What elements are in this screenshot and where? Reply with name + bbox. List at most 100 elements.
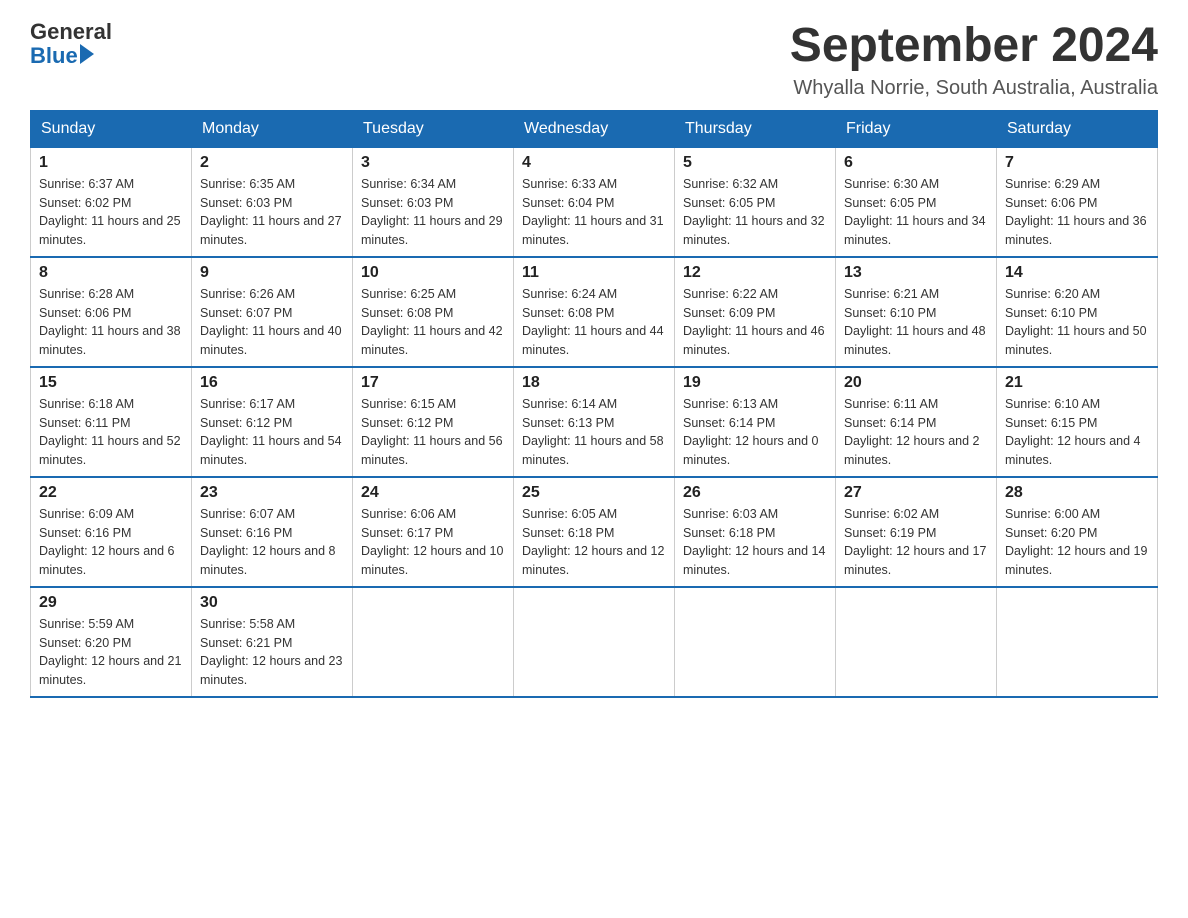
sunrise-label: Sunrise: 6:11 AM [844,397,938,411]
day-number: 15 [39,374,183,392]
table-row: 27 Sunrise: 6:02 AM Sunset: 6:19 PM Dayl… [836,477,997,587]
sunset-label: Sunset: 6:05 PM [683,196,775,210]
daylight-label: Daylight: 12 hours and 2 minutes. [844,434,980,467]
table-row: 2 Sunrise: 6:35 AM Sunset: 6:03 PM Dayli… [192,147,353,257]
daylight-label: Daylight: 12 hours and 19 minutes. [1005,544,1147,577]
day-number: 1 [39,154,183,172]
daylight-label: Daylight: 12 hours and 4 minutes. [1005,434,1141,467]
table-row: 18 Sunrise: 6:14 AM Sunset: 6:13 PM Dayl… [514,367,675,477]
table-row: 7 Sunrise: 6:29 AM Sunset: 6:06 PM Dayli… [997,147,1158,257]
daylight-label: Daylight: 12 hours and 23 minutes. [200,654,342,687]
day-info: Sunrise: 6:10 AM Sunset: 6:15 PM Dayligh… [1005,395,1149,470]
table-row: 21 Sunrise: 6:10 AM Sunset: 6:15 PM Dayl… [997,367,1158,477]
table-row: 13 Sunrise: 6:21 AM Sunset: 6:10 PM Dayl… [836,257,997,367]
sunset-label: Sunset: 6:17 PM [361,526,453,540]
logo-triangle-icon [80,44,94,64]
sunset-label: Sunset: 6:18 PM [683,526,775,540]
day-info: Sunrise: 6:09 AM Sunset: 6:16 PM Dayligh… [39,505,183,580]
logo-general-text: General [30,20,112,44]
col-monday: Monday [192,111,353,147]
day-number: 21 [1005,374,1149,392]
sunset-label: Sunset: 6:07 PM [200,306,292,320]
calendar-header-row: Sunday Monday Tuesday Wednesday Thursday… [31,111,1158,147]
daylight-label: Daylight: 11 hours and 34 minutes. [844,214,986,247]
day-number: 19 [683,374,827,392]
day-number: 26 [683,484,827,502]
day-info: Sunrise: 6:21 AM Sunset: 6:10 PM Dayligh… [844,285,988,360]
calendar-week-row: 8 Sunrise: 6:28 AM Sunset: 6:06 PM Dayli… [31,257,1158,367]
sunset-label: Sunset: 6:06 PM [1005,196,1097,210]
sunrise-label: Sunrise: 6:32 AM [683,177,778,191]
sunrise-label: Sunrise: 6:10 AM [1005,397,1100,411]
day-number: 7 [1005,154,1149,172]
day-number: 30 [200,594,344,612]
sunset-label: Sunset: 6:21 PM [200,636,292,650]
day-info: Sunrise: 6:28 AM Sunset: 6:06 PM Dayligh… [39,285,183,360]
daylight-label: Daylight: 11 hours and 40 minutes. [200,324,342,357]
sunset-label: Sunset: 6:09 PM [683,306,775,320]
sunrise-label: Sunrise: 5:58 AM [200,617,295,631]
daylight-label: Daylight: 12 hours and 10 minutes. [361,544,503,577]
day-number: 2 [200,154,344,172]
day-number: 11 [522,264,666,282]
calendar-week-row: 1 Sunrise: 6:37 AM Sunset: 6:02 PM Dayli… [31,147,1158,257]
sunrise-label: Sunrise: 6:18 AM [39,397,134,411]
col-saturday: Saturday [997,111,1158,147]
daylight-label: Daylight: 11 hours and 36 minutes. [1005,214,1147,247]
calendar-table: Sunday Monday Tuesday Wednesday Thursday… [30,110,1158,698]
day-info: Sunrise: 6:13 AM Sunset: 6:14 PM Dayligh… [683,395,827,470]
sunrise-label: Sunrise: 6:33 AM [522,177,617,191]
day-info: Sunrise: 6:26 AM Sunset: 6:07 PM Dayligh… [200,285,344,360]
sunset-label: Sunset: 6:11 PM [39,416,131,430]
sunset-label: Sunset: 6:16 PM [200,526,292,540]
sunrise-label: Sunrise: 6:21 AM [844,287,939,301]
table-row: 23 Sunrise: 6:07 AM Sunset: 6:16 PM Dayl… [192,477,353,587]
daylight-label: Daylight: 12 hours and 8 minutes. [200,544,336,577]
table-row: 24 Sunrise: 6:06 AM Sunset: 6:17 PM Dayl… [353,477,514,587]
sunrise-label: Sunrise: 6:35 AM [200,177,295,191]
sunset-label: Sunset: 6:08 PM [361,306,453,320]
sunrise-label: Sunrise: 6:13 AM [683,397,778,411]
sunset-label: Sunset: 6:12 PM [361,416,453,430]
day-info: Sunrise: 6:14 AM Sunset: 6:13 PM Dayligh… [522,395,666,470]
daylight-label: Daylight: 11 hours and 50 minutes. [1005,324,1147,357]
table-row [353,587,514,697]
day-info: Sunrise: 5:59 AM Sunset: 6:20 PM Dayligh… [39,615,183,690]
sunrise-label: Sunrise: 6:00 AM [1005,507,1100,521]
day-info: Sunrise: 6:24 AM Sunset: 6:08 PM Dayligh… [522,285,666,360]
table-row: 10 Sunrise: 6:25 AM Sunset: 6:08 PM Dayl… [353,257,514,367]
day-number: 17 [361,374,505,392]
day-number: 12 [683,264,827,282]
table-row: 6 Sunrise: 6:30 AM Sunset: 6:05 PM Dayli… [836,147,997,257]
daylight-label: Daylight: 11 hours and 32 minutes. [683,214,825,247]
daylight-label: Daylight: 11 hours and 27 minutes. [200,214,342,247]
day-number: 13 [844,264,988,282]
daylight-label: Daylight: 11 hours and 42 minutes. [361,324,503,357]
day-info: Sunrise: 6:34 AM Sunset: 6:03 PM Dayligh… [361,175,505,250]
day-number: 9 [200,264,344,282]
daylight-label: Daylight: 11 hours and 52 minutes. [39,434,181,467]
table-row [514,587,675,697]
day-number: 22 [39,484,183,502]
table-row: 3 Sunrise: 6:34 AM Sunset: 6:03 PM Dayli… [353,147,514,257]
sunrise-label: Sunrise: 6:22 AM [683,287,778,301]
daylight-label: Daylight: 11 hours and 54 minutes. [200,434,342,467]
table-row: 26 Sunrise: 6:03 AM Sunset: 6:18 PM Dayl… [675,477,836,587]
daylight-label: Daylight: 11 hours and 48 minutes. [844,324,986,357]
sunrise-label: Sunrise: 6:20 AM [1005,287,1100,301]
sunset-label: Sunset: 6:16 PM [39,526,131,540]
day-number: 8 [39,264,183,282]
day-number: 27 [844,484,988,502]
sunset-label: Sunset: 6:04 PM [522,196,614,210]
day-number: 10 [361,264,505,282]
sunset-label: Sunset: 6:15 PM [1005,416,1097,430]
sunrise-label: Sunrise: 6:30 AM [844,177,939,191]
sunset-label: Sunset: 6:13 PM [522,416,614,430]
daylight-label: Daylight: 12 hours and 14 minutes. [683,544,825,577]
table-row: 14 Sunrise: 6:20 AM Sunset: 6:10 PM Dayl… [997,257,1158,367]
calendar-week-row: 29 Sunrise: 5:59 AM Sunset: 6:20 PM Dayl… [31,587,1158,697]
day-info: Sunrise: 6:25 AM Sunset: 6:08 PM Dayligh… [361,285,505,360]
day-number: 28 [1005,484,1149,502]
daylight-label: Daylight: 11 hours and 58 minutes. [522,434,664,467]
sunrise-label: Sunrise: 6:26 AM [200,287,295,301]
